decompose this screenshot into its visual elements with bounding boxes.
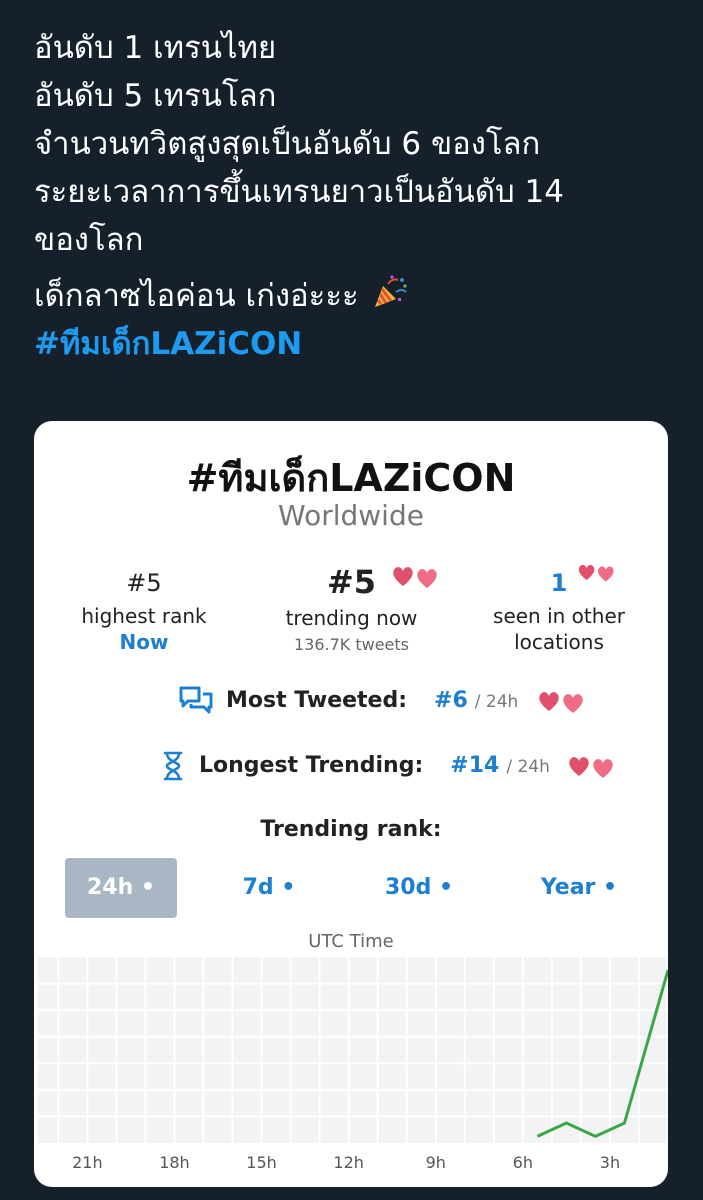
hourglass-icon <box>163 751 183 781</box>
hearts-icon <box>393 567 437 588</box>
hearts-icon <box>569 757 613 778</box>
x-tick-label: 6h <box>512 1153 533 1172</box>
tab-7d[interactable]: 7d • <box>214 858 324 918</box>
x-tick-label: 3h <box>599 1153 621 1172</box>
party-popper-icon <box>375 275 408 307</box>
stat-highest-rank-value: #5 <box>126 569 162 597</box>
trend-chart-svg <box>38 957 668 1143</box>
longest-trending-rank: #14 <box>450 753 500 778</box>
x-tick-label: 12h <box>333 1153 364 1172</box>
card-subtitle: Worldwide <box>278 499 424 532</box>
stat-trending-now-label: trending now <box>285 606 418 630</box>
tweet-line-1: อันดับ 1 เทรนไทย <box>34 30 277 66</box>
stat-other-locations: 1 seen in other locations <box>469 564 649 655</box>
trend-chart <box>38 957 668 1143</box>
tweet-line-2: อันดับ 5 เทรนโลก <box>34 78 277 114</box>
tweet-hashtag-link[interactable]: #ทีมเด็กLAZiCON <box>34 320 674 368</box>
stat-trending-now-sub: 136.7K tweets <box>293 635 410 654</box>
series-line <box>536 969 668 1139</box>
x-tick-label: 9h <box>425 1153 446 1172</box>
longest-trending-period: / 24h <box>506 757 550 777</box>
tab-24h[interactable]: 24h • <box>65 858 177 918</box>
most-tweeted-period: / 24h <box>474 692 519 712</box>
tweet-line-4: ระยะเวลาการขึ้นเทรนยาวเป็นอันดับ 14 <box>34 174 564 210</box>
x-tick-label: 21h <box>72 1153 103 1172</box>
stat-highest-rank-label: highest rank <box>81 604 207 628</box>
stat-other-locations-label-2: locations <box>514 630 604 654</box>
tweet-body: อันดับ 1 เทรนไทย อันดับ 5 เทรนโลก จำนวนท… <box>34 24 674 368</box>
tweet-closing-line: เด็กลาซไอค่อน เก่งอ่ะะะ <box>34 272 674 320</box>
stat-highest-rank-sub: Now <box>119 630 169 654</box>
stat-other-locations-value: 1 <box>550 569 568 597</box>
tab-30d[interactable]: 30d • <box>364 858 474 918</box>
tweet-line-5: ของโลก <box>34 222 144 258</box>
most-tweeted-label: Most Tweeted: <box>226 688 408 713</box>
hearts-icon <box>539 692 584 713</box>
stat-trending-now-value-row: #5 <box>259 563 444 601</box>
stat-other-locations-label: seen in other <box>493 604 625 628</box>
x-tick-label: 18h <box>159 1153 190 1172</box>
tab-year[interactable]: Year • <box>519 858 639 918</box>
most-tweeted-row: Most Tweeted: #6 / 24h <box>179 685 587 717</box>
x-tick-label: 15h <box>246 1153 277 1172</box>
longest-trending-row: Longest Trending: #14 / 24h <box>162 751 617 781</box>
tweet-closing-text: เด็กลาซไอค่อน เก่งอ่ะะะ <box>34 278 359 314</box>
trend-card[interactable]: #ทีมเด็กLAZiCON Worldwide #5 highest ran… <box>34 421 668 1187</box>
trending-rank-heading: Trending rank: <box>260 817 442 842</box>
stat-other-locations-value-row: 1 <box>469 564 649 597</box>
tweet-line-3: จำนวนทวิตสูงสุดเป็นอันดับ 6 ของโลก <box>34 126 541 162</box>
stat-trending-now: #5 trending now 136.7K tweets <box>259 563 444 654</box>
most-tweeted-rank: #6 <box>434 688 468 713</box>
utc-time-label: UTC Time <box>308 931 394 952</box>
stat-trending-now-value: #5 <box>326 563 377 601</box>
stat-highest-rank: #5 highest rank Now <box>54 569 234 655</box>
longest-trending-label: Longest Trending: <box>199 753 424 778</box>
hearts-icon <box>578 564 614 582</box>
speech-bubbles-icon <box>179 686 213 714</box>
